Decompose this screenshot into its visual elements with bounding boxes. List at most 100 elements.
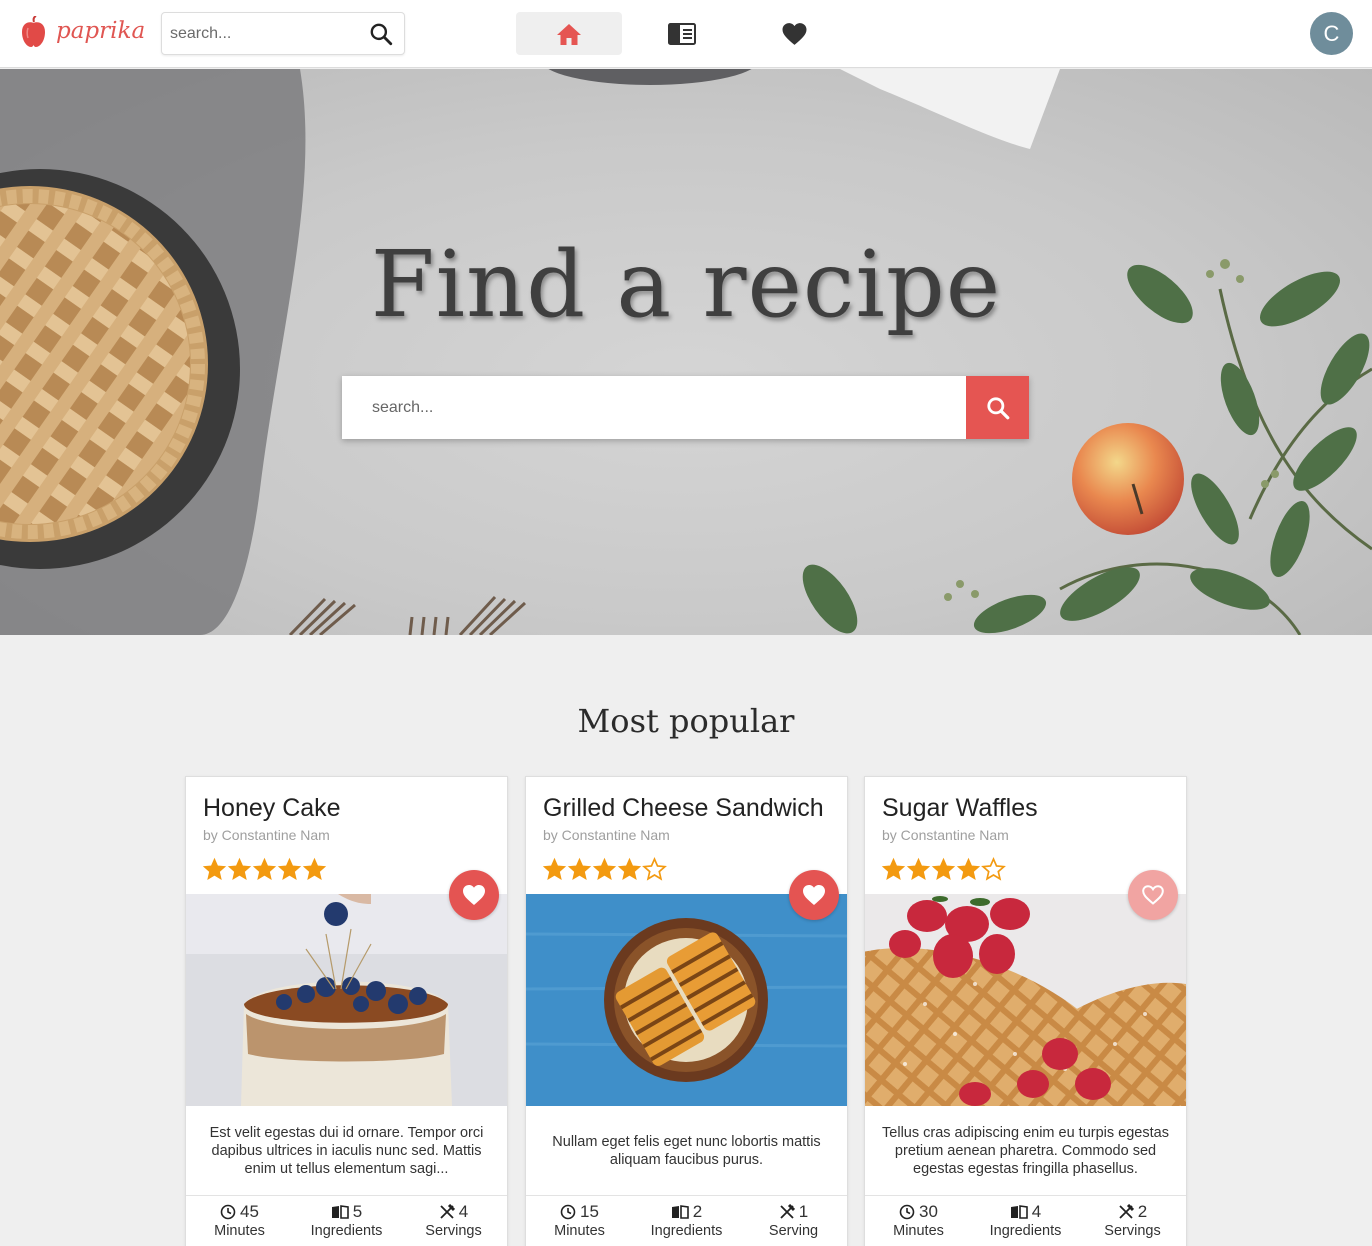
minutes-label: Minutes — [554, 1223, 605, 1239]
star-filled-icon — [252, 857, 277, 880]
book-icon — [668, 22, 696, 45]
utensils-icon — [440, 1204, 455, 1219]
recipe-description: Nullam eget felis eget nunc lobortis mat… — [552, 1134, 821, 1168]
recipe-title[interactable]: Honey Cake — [203, 794, 341, 823]
servings-label: Servings — [425, 1223, 482, 1239]
utensils-icon — [780, 1204, 795, 1219]
search-icon[interactable] — [368, 21, 394, 47]
star-filled-icon — [567, 857, 592, 880]
user-avatar[interactable]: C — [1310, 12, 1353, 55]
star-filled-icon — [277, 857, 302, 880]
ingredients-label: Ingredients — [989, 1223, 1062, 1239]
home-icon — [557, 23, 581, 45]
recipe-author: by Constantine Nam — [882, 827, 1009, 843]
minutes-value: 15 — [580, 1202, 599, 1221]
recipe-stats: 15 Minutes 2 Ingredients 1 Serving — [526, 1202, 847, 1239]
minutes-value: 45 — [240, 1202, 259, 1221]
utensils-icon — [1119, 1204, 1134, 1219]
stat-minutes: 15 Minutes — [530, 1202, 630, 1239]
stat-servings: 2 Servings — [1083, 1202, 1183, 1239]
most-popular-title: Most popular — [577, 702, 795, 740]
star-filled-icon — [906, 857, 931, 880]
recipe-image[interactable] — [865, 894, 1186, 1106]
favorite-button[interactable] — [1128, 870, 1178, 920]
minutes-label: Minutes — [214, 1223, 265, 1239]
nav-favorites-button[interactable] — [741, 12, 847, 55]
star-empty-icon — [642, 857, 667, 881]
star-rating — [881, 857, 1006, 882]
servings-value: 2 — [1137, 1202, 1148, 1221]
clock-icon — [899, 1204, 915, 1220]
recipe-card[interactable]: Honey Cake by Constantine Nam Est velit — [185, 776, 508, 1246]
recipe-stats: 45 Minutes 5 Ingredients 4 Servings — [186, 1202, 507, 1239]
recipe-title[interactable]: Grilled Cheese Sandwich — [543, 794, 824, 823]
hero-search-button[interactable] — [966, 376, 1029, 439]
servings-value: 1 — [798, 1202, 809, 1221]
star-filled-icon — [956, 857, 981, 880]
hero-banner: Find a recipe — [0, 69, 1372, 635]
star-filled-icon — [227, 857, 252, 880]
stat-servings: 1 Serving — [744, 1202, 844, 1239]
star-filled-icon — [881, 857, 906, 880]
recipe-description: Est velit egestas dui id ornare. Tempor … — [209, 1125, 484, 1177]
servings-label: Servings — [1104, 1223, 1161, 1239]
brand-name: paprika — [56, 18, 146, 44]
servings-label: Serving — [768, 1223, 819, 1239]
star-rating — [202, 857, 327, 882]
top-bar: paprika C — [0, 0, 1372, 68]
star-rating — [542, 857, 667, 882]
brand-logo[interactable]: paprika — [20, 16, 145, 48]
ingredients-value: 2 — [692, 1202, 703, 1221]
clock-icon — [220, 1204, 236, 1220]
star-filled-icon — [617, 857, 642, 880]
top-search-input[interactable] — [170, 13, 360, 54]
pepper-icon — [22, 16, 45, 47]
favorite-button[interactable] — [449, 870, 499, 920]
top-search-box — [161, 12, 405, 55]
recipe-description: Tellus cras adipiscing enim eu turpis eg… — [882, 1125, 1169, 1177]
hero-background-image — [0, 69, 1372, 635]
stat-minutes: 30 Minutes — [869, 1202, 969, 1239]
recipe-card[interactable]: Grilled Cheese Sandwich by Constantine N… — [525, 776, 848, 1246]
stat-servings: 4 Servings — [404, 1202, 504, 1239]
stat-ingredients: 5 Ingredients — [297, 1202, 397, 1239]
nav-recipes-button[interactable] — [629, 12, 735, 55]
star-filled-icon — [592, 857, 617, 880]
recipe-card[interactable]: Sugar Waffles by Constantine Nam Tellus … — [864, 776, 1187, 1246]
hero-search-input[interactable] — [372, 376, 952, 439]
divider — [865, 1195, 1186, 1196]
recipe-image[interactable] — [186, 894, 507, 1106]
hero-title: Find a recipe — [370, 231, 1002, 338]
divider — [526, 1195, 847, 1196]
recipe-image[interactable] — [526, 894, 847, 1106]
recipe-author: by Constantine Nam — [203, 827, 330, 843]
ingredients-label: Ingredients — [310, 1223, 383, 1239]
recipe-stats: 30 Minutes 4 Ingredients 2 Servings — [865, 1202, 1186, 1239]
servings-value: 4 — [458, 1202, 469, 1221]
heart-icon — [463, 885, 485, 905]
star-filled-icon — [931, 857, 956, 880]
divider — [186, 1195, 507, 1196]
heart-icon — [782, 22, 806, 45]
nav-home-button[interactable] — [516, 12, 622, 55]
ingredients-value: 4 — [1031, 1202, 1042, 1221]
ingredients-value: 5 — [352, 1202, 363, 1221]
recipe-author: by Constantine Nam — [543, 827, 670, 843]
hero-search-box — [342, 376, 1029, 439]
star-filled-icon — [302, 857, 327, 880]
recipe-title[interactable]: Sugar Waffles — [882, 794, 1038, 823]
book-open-icon — [671, 1205, 689, 1219]
heart-icon — [803, 885, 825, 905]
minutes-value: 30 — [919, 1202, 938, 1221]
clock-icon — [560, 1204, 576, 1220]
heart-outline-icon — [1142, 885, 1164, 905]
favorite-button[interactable] — [789, 870, 839, 920]
star-filled-icon — [542, 857, 567, 880]
stat-ingredients: 4 Ingredients — [976, 1202, 1076, 1239]
stat-ingredients: 2 Ingredients — [637, 1202, 737, 1239]
search-icon — [986, 396, 1009, 419]
ingredients-label: Ingredients — [650, 1223, 723, 1239]
book-open-icon — [1010, 1205, 1028, 1219]
stat-minutes: 45 Minutes — [190, 1202, 290, 1239]
star-filled-icon — [202, 857, 227, 880]
